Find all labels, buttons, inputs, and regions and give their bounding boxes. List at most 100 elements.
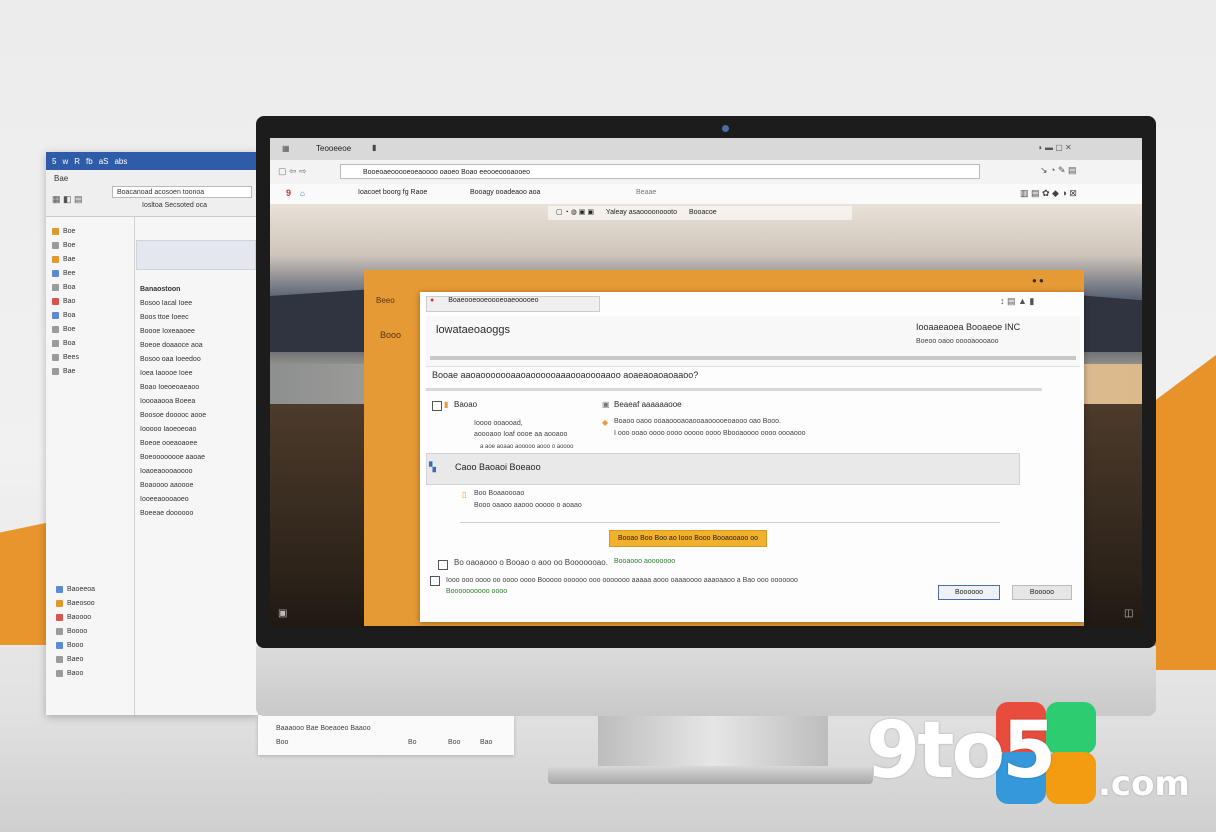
sub-line: Booo oaaoo aaooo ooooo o aoaao xyxy=(474,502,582,509)
app-window-controls[interactable]: ● ● xyxy=(1032,276,1044,285)
file-icon xyxy=(56,655,63,663)
lower-item[interactable]: Boooo xyxy=(56,624,95,638)
back-selected-card[interactable] xyxy=(136,240,256,270)
row1-right-title: Beaeaf aaaaaaooe xyxy=(614,400,682,409)
list-item[interactable]: Boos ttoe Ioeec xyxy=(140,310,206,324)
nav-item[interactable]: Boe xyxy=(52,322,79,336)
list-item[interactable]: Boeoe ooeaoaoee xyxy=(140,436,206,450)
dialog-tab[interactable]: ● Boaeooeooeoooeoaeooooeo xyxy=(426,296,600,312)
screen-corner-icon-right[interactable]: ◫ xyxy=(1124,608,1133,619)
back-title-glyph-3: R xyxy=(74,156,81,166)
warning-icon: ▮ xyxy=(444,400,449,409)
nav-item[interactable]: Boa xyxy=(52,280,79,294)
checkbox-2[interactable] xyxy=(430,576,440,586)
checkbox-2-link[interactable]: Boooooooooo oooo xyxy=(446,588,507,595)
file-icon xyxy=(52,367,59,375)
checkbox-1[interactable] xyxy=(438,560,448,570)
list-item[interactable]: Boao Ioeoeoaeaoo xyxy=(140,380,206,394)
nav-item[interactable]: Boa xyxy=(52,336,79,350)
back-window: 5 w R fb aS abs Bae Boacanoad acosoen to… xyxy=(46,152,258,715)
row1-left-checkbox[interactable] xyxy=(432,401,442,411)
footer-cell: Boo xyxy=(276,739,289,746)
address-bar-input[interactable]: Booeoaeooooeoeaoooo oaoeo Boao eeooeoooa… xyxy=(340,164,980,179)
list-item[interactable]: Bosoo Iacal Ioee xyxy=(140,296,206,310)
lower-item[interactable]: Baoeeoa xyxy=(56,582,95,596)
ok-button[interactable]: Boooooo xyxy=(938,585,1000,600)
nav-item[interactable]: Bae xyxy=(52,364,79,378)
lower-item[interactable]: Baeo xyxy=(56,652,95,666)
lower-item-label: Booo xyxy=(67,641,84,649)
list-item[interactable]: Bosoo oaa Ioeedoo xyxy=(140,352,206,366)
checkbox-2-label: Iooo ooo oooo oo oooo oooo Booooo oooooo… xyxy=(446,577,798,584)
nav-item[interactable]: Boe xyxy=(52,224,79,238)
back-list-header: Banaostoon xyxy=(140,285,181,293)
footer-text: Baaaooo Bae Boeaoeo Baaoo xyxy=(276,725,371,732)
back-search-input[interactable]: Boacanoad acosoen toonoa xyxy=(112,186,252,198)
bookmark-item[interactable]: Beaae xyxy=(636,189,656,196)
back-title-glyph-6: abs xyxy=(114,156,128,166)
file-icon xyxy=(52,325,59,333)
file-icon xyxy=(52,353,59,361)
screen-corner-icon[interactable]: ▣ xyxy=(278,608,287,619)
window-control-icons[interactable]: ◗ ▬ ▢ ✕ xyxy=(1038,143,1072,152)
nav-item-label: Boe xyxy=(63,227,76,235)
checkbox-1-link[interactable]: Booaooo aooooooo xyxy=(614,558,675,565)
lower-item[interactable]: Baoo xyxy=(56,666,95,680)
toolbar-right-icons[interactable]: ▥ ▤ ✿ ◆ ◑ ⊠ xyxy=(1020,188,1077,199)
nav-item[interactable]: Boe xyxy=(52,238,79,252)
lower-item[interactable]: Baoooo xyxy=(56,610,95,624)
page-toolbar-icons[interactable]: ▢ ◔ ◍ ▣ ▣ xyxy=(556,209,594,216)
nav-item-label: Boa xyxy=(63,311,76,319)
page-toolbar-right-label[interactable]: Booacoe xyxy=(689,209,717,216)
cancel-button[interactable]: Booooo xyxy=(1012,585,1072,600)
row1-left-sub: a aoe aoaao aooooo aooo o aoooo xyxy=(480,444,574,450)
highlight-row[interactable]: ▚ Caoo Baoaoi Boeaoo xyxy=(426,453,1020,485)
dialog-notice: Booae aaoaooooooaaoaoooooaaaooaoooaaoo a… xyxy=(432,370,699,380)
list-item[interactable]: Boosoe dooooc aooe xyxy=(140,408,206,422)
list-item[interactable]: Iooeeaoooaoeo xyxy=(140,492,206,506)
folder-icon xyxy=(52,255,59,263)
nav-arrows-icon[interactable]: ▢ ⇦ ⇨ xyxy=(278,166,307,177)
bookmark-item[interactable]: Ioacoet boorg fg Raoe xyxy=(358,189,427,196)
back-lower-column: Baoeeoa Baeosoo Baoooo Boooo Booo Baeo B… xyxy=(56,582,95,680)
checkbox-1-label: Bo oaoaooo o Booao o aoo oo Booooooao. xyxy=(454,558,608,567)
lower-item-label: Baeo xyxy=(67,655,84,663)
bookmarks-bar: 9 ⌂ Ioacoet boorg fg Raoe Booagy ooadeao… xyxy=(270,184,1142,205)
list-item[interactable]: Boaoooo aaoooe xyxy=(140,478,206,492)
lower-item-label: Boooo xyxy=(67,627,88,635)
back-title-glyph-5: aS xyxy=(98,156,109,166)
list-item[interactable]: Ioaoeaoooaoooo xyxy=(140,464,206,478)
back-toolbar-icons: ▦ ◧ ▤ xyxy=(52,194,83,204)
lower-item-label: Baoooo xyxy=(67,613,92,621)
nav-item[interactable]: Bee xyxy=(52,266,79,280)
primary-action-button[interactable]: Booao Boo Boo ao Iooo Booo Booaooaoo oo xyxy=(609,530,767,547)
nav-item-label: Bae xyxy=(63,255,76,263)
list-item[interactable]: Ioooaaooa Boeea xyxy=(140,394,206,408)
list-item[interactable]: Boeoooooooe aaoae xyxy=(140,450,206,464)
list-item[interactable]: Boeoe doaaoce aoa xyxy=(140,338,206,352)
dialog-header-icons[interactable]: ↕ ▤ ▲ ▮ xyxy=(1000,296,1034,307)
sub-title: Boo Boaaoooao xyxy=(474,490,525,497)
back-title-glyph-4: fb xyxy=(86,156,93,166)
list-item[interactable]: Iooooo Iaoeoeoao xyxy=(140,422,206,436)
list-item[interactable]: Ioea Iaoooe Ioee xyxy=(140,366,206,380)
extension-icons[interactable]: ↘ ◔ ✎ ▤ xyxy=(1040,165,1077,176)
bookmark-icon[interactable]: ▮ xyxy=(372,143,376,152)
nav-item[interactable]: Bae xyxy=(52,252,79,266)
menu-icon[interactable]: ▦ xyxy=(282,144,290,153)
bookmark-item[interactable]: Booagy ooadeaoo aoa xyxy=(470,189,540,196)
list-item[interactable]: Boooe Ioxeaaoee xyxy=(140,324,206,338)
nav-item[interactable]: Boa xyxy=(52,308,79,322)
nav-item[interactable]: Bees xyxy=(52,350,79,364)
side-label: Booo xyxy=(380,330,402,340)
lower-item[interactable]: Booo xyxy=(56,638,95,652)
lower-item[interactable]: Baeosoo xyxy=(56,596,95,610)
home-icon[interactable]: ⌂ xyxy=(300,189,305,198)
doc-icon xyxy=(56,641,63,649)
logo-tile-green xyxy=(1046,702,1096,754)
back-toolbar-tab[interactable]: Bae xyxy=(54,174,68,183)
nav-item[interactable]: Bao xyxy=(52,294,79,308)
sub-bullet-icon: ▯ xyxy=(462,490,467,499)
header-progress-track xyxy=(430,356,1076,360)
list-item[interactable]: Boeeae doooooo xyxy=(140,506,206,520)
